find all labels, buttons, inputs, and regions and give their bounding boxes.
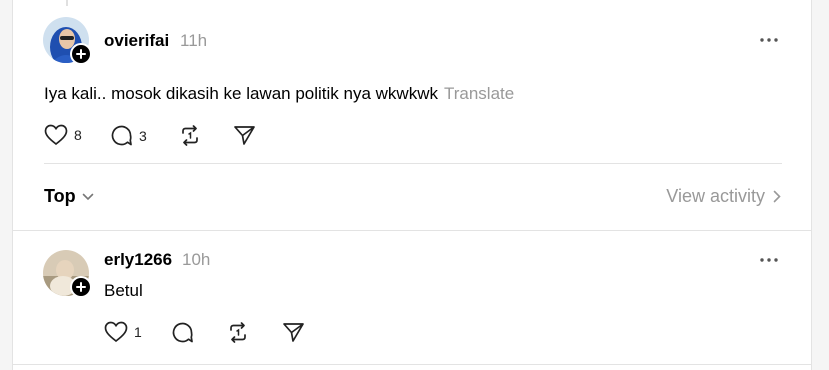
post-divider (44, 163, 782, 164)
post-body: Iya kali.. mosok dikasih ke lawan politi… (44, 84, 514, 104)
bottom-divider (13, 364, 811, 365)
share-button[interactable] (233, 124, 256, 147)
send-icon (283, 323, 304, 342)
sort-label: Top (44, 186, 76, 206)
post-text: Iya kali.. mosok dikasih ke lawan politi… (44, 84, 438, 103)
heart-icon (104, 321, 128, 343)
section-divider (13, 230, 811, 231)
reply-like-button[interactable]: 1 (104, 321, 142, 343)
sort-dropdown[interactable]: Top (44, 186, 94, 207)
post-timestamp[interactable]: 11h (180, 31, 207, 51)
repost-icon (230, 322, 246, 343)
reply-follow-plus-icon[interactable] (70, 276, 92, 298)
translate-link[interactable]: Translate (444, 84, 514, 103)
like-button[interactable]: 8 (44, 124, 82, 146)
like-count: 8 (74, 127, 82, 143)
thread-connector-line (66, 0, 68, 6)
reply-username[interactable]: erly1266 (104, 250, 172, 270)
reply-text: Betul (104, 281, 143, 300)
reply-repost-button[interactable] (226, 321, 250, 344)
reply-timestamp[interactable]: 10h (182, 250, 210, 270)
repost-button[interactable] (178, 124, 202, 147)
reply-count: 3 (139, 127, 147, 144)
reply-share-button[interactable] (282, 321, 305, 344)
heart-icon (44, 124, 68, 146)
reply-comment-button[interactable] (171, 321, 194, 344)
follow-plus-icon[interactable] (70, 43, 92, 65)
view-activity-link[interactable]: View activity (666, 186, 781, 207)
chevron-down-icon (82, 193, 93, 200)
more-options-icon[interactable] (759, 30, 779, 50)
chevron-right-icon (773, 190, 781, 203)
comment-icon (111, 125, 132, 146)
send-icon (234, 126, 255, 145)
reply-button[interactable]: 3 (110, 124, 147, 147)
comment-icon (172, 322, 193, 343)
thread-panel: ovierifai 11h Iya kali.. mosok dikasih k… (12, 0, 812, 370)
view-activity-label: View activity (666, 186, 765, 206)
reply-more-options-icon[interactable] (759, 250, 779, 270)
reply-like-count: 1 (134, 324, 142, 340)
post-username[interactable]: ovierifai (104, 31, 169, 51)
repost-icon (182, 125, 198, 146)
